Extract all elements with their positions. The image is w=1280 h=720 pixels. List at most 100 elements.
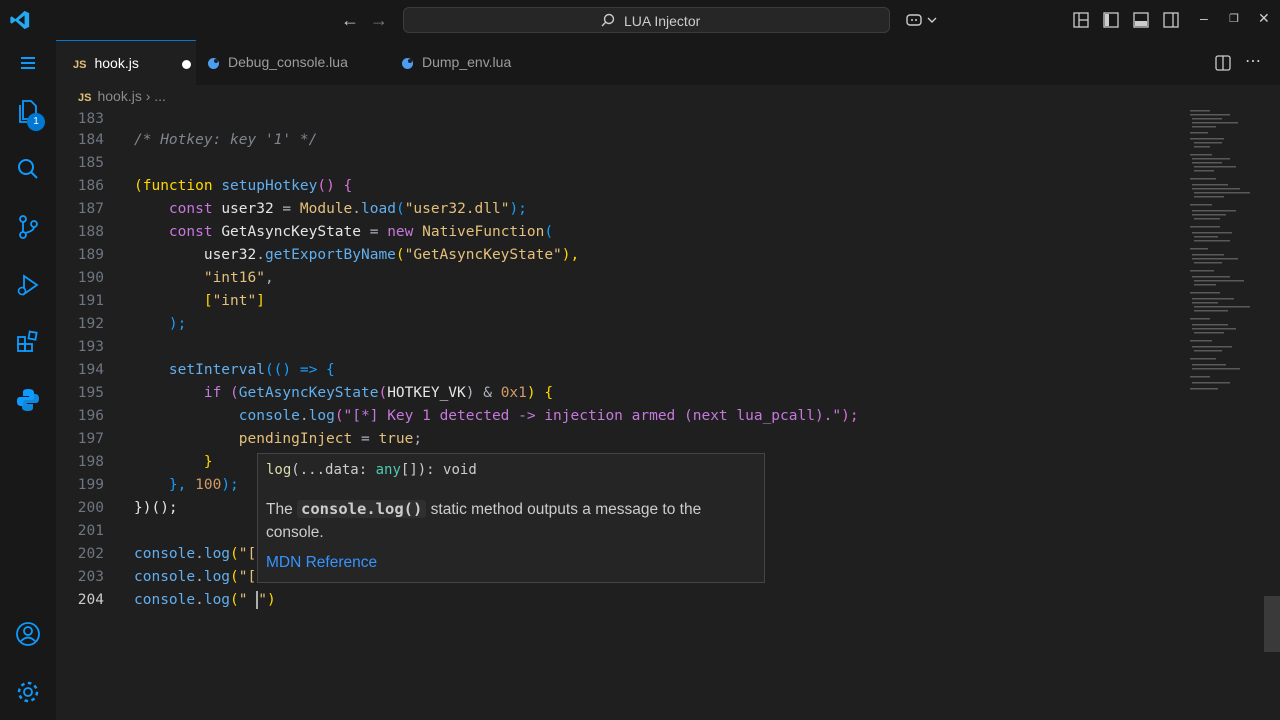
code-token: NativeFunction <box>422 224 545 240</box>
toggle-primary-sidebar-icon[interactable] <box>1102 11 1120 29</box>
tab-bar: JS hook.js Debug_console.lua Dump_env.lua… <box>56 40 1280 85</box>
code-token: log <box>203 592 231 608</box>
mdn-reference-link[interactable]: MDN Reference <box>266 554 377 572</box>
command-center-search[interactable]: LUA Injector <box>403 7 890 33</box>
minimize-icon[interactable]: – <box>1200 10 1208 26</box>
code-line: 188 const GetAsyncKeyState = new NativeF… <box>56 221 1176 244</box>
code-token: "[ <box>238 546 257 562</box>
javascript-file-icon: JS <box>78 92 92 104</box>
code-token: const <box>134 201 222 217</box>
search-icon[interactable] <box>14 155 42 183</box>
code-token: "int16" <box>203 270 265 286</box>
code-token: setInterval <box>168 362 265 378</box>
extensions-icon[interactable] <box>14 328 42 356</box>
code-line: 196 console.log("[*] Key 1 detected -> i… <box>56 405 1176 428</box>
search-icon <box>601 13 615 27</box>
code-token: . <box>352 201 362 217</box>
code-token: . <box>195 592 204 608</box>
line-number: 185 <box>77 155 104 171</box>
code-line: 186 (function setupHotkey() { <box>56 175 1176 198</box>
copilot-icon[interactable] <box>905 11 923 29</box>
javascript-file-icon: JS <box>73 59 87 71</box>
code-token: (() => { <box>264 362 335 378</box>
code-token: ), <box>561 247 580 263</box>
code-token: HOTKEY_VK <box>387 385 466 401</box>
code-token: if ( <box>134 385 239 401</box>
code-token: console <box>134 592 196 608</box>
split-editor-icon[interactable] <box>1214 54 1232 72</box>
toggle-secondary-sidebar-icon[interactable] <box>1162 11 1180 29</box>
lua-file-icon <box>402 57 413 69</box>
code-token: ( <box>378 385 388 401</box>
menu-icon[interactable] <box>14 49 42 77</box>
code-token: } <box>134 454 213 470</box>
restore-icon[interactable]: ❐ <box>1229 12 1239 25</box>
code-token: GetAsyncKeyState <box>238 385 379 401</box>
customize-layout-icon[interactable] <box>1072 11 1090 29</box>
breadcrumb-more[interactable]: ... <box>154 88 166 104</box>
tab-hook-js[interactable]: JS hook.js <box>56 40 196 85</box>
vscode-logo-icon[interactable] <box>9 9 31 31</box>
settings-gear-icon[interactable] <box>14 678 42 706</box>
code-token: . <box>195 569 204 585</box>
minimap[interactable] <box>1186 108 1266 408</box>
code-token: })(); <box>134 500 178 516</box>
line-number: 184 <box>77 132 104 148</box>
code-token: " <box>238 592 257 608</box>
code-line: 193 <box>56 336 1176 359</box>
line-number: 198 <box>77 454 104 470</box>
chevron-down-icon[interactable] <box>926 11 938 29</box>
code-token: new <box>387 224 423 240</box>
title-bar: ← → LUA Injector – ❐ ✕ <box>0 0 1280 40</box>
tooltip-fn-name: log <box>266 462 292 478</box>
code-token: = <box>352 431 379 447</box>
vertical-scrollbar-thumb[interactable] <box>1264 596 1280 652</box>
code-editor[interactable]: 183 184 /* Hotkey: key '1' */ 185 186 (fun… <box>56 108 1186 720</box>
code-line: 191 ["int"] <box>56 290 1176 313</box>
line-number: 186 <box>77 178 104 194</box>
tab-label: Dump_env.lua <box>422 54 512 70</box>
explorer-badge: 1 <box>27 113 45 131</box>
account-icon[interactable] <box>14 620 42 648</box>
source-control-icon[interactable] <box>14 213 42 241</box>
code-token: load <box>361 201 396 217</box>
code-token: }, <box>134 477 196 493</box>
code-token: () { <box>317 178 353 194</box>
code-token: ); <box>221 477 239 493</box>
code-token: ( <box>230 569 239 585</box>
code-token: log <box>203 546 231 562</box>
forward-button[interactable]: → <box>369 10 389 30</box>
code-line: 190 "int16", <box>56 267 1176 290</box>
code-token: (function <box>134 178 222 194</box>
code-token: ) & <box>465 385 501 401</box>
unsaved-dot-icon[interactable] <box>181 59 191 69</box>
code-token: Module <box>299 201 353 217</box>
line-number: 201 <box>77 523 104 539</box>
tab-dump-env-lua[interactable]: Dump_env.lua <box>402 40 552 85</box>
toggle-panel-icon[interactable] <box>1132 11 1150 29</box>
code-token: ; <box>413 431 423 447</box>
more-actions-icon[interactable]: ⋯ <box>1245 51 1261 71</box>
code-line: 184 /* Hotkey: key '1' */ <box>56 129 1176 152</box>
breadcrumb-file[interactable]: hook.js <box>97 88 141 104</box>
run-debug-icon[interactable] <box>14 271 42 299</box>
code-token: log <box>203 569 231 585</box>
code-token: ); <box>509 201 527 217</box>
activity-bar: 1 <box>0 40 56 720</box>
code-token: " <box>258 592 267 608</box>
code-token: ( <box>544 224 554 240</box>
line-number: 189 <box>77 247 104 263</box>
code-token: = <box>361 224 388 240</box>
close-icon[interactable]: ✕ <box>1258 10 1270 27</box>
line-number: 200 <box>77 500 104 516</box>
python-icon[interactable] <box>14 386 42 414</box>
code-token: ) <box>266 592 276 608</box>
code-token: ( <box>395 247 405 263</box>
tooltip-type: any <box>375 462 401 478</box>
code-token: setupHotkey <box>221 178 318 194</box>
code-token: [ <box>134 293 213 309</box>
tab-debug-console-lua[interactable]: Debug_console.lua <box>208 40 388 85</box>
back-button[interactable]: ← <box>340 10 360 30</box>
line-number: 190 <box>77 270 104 286</box>
